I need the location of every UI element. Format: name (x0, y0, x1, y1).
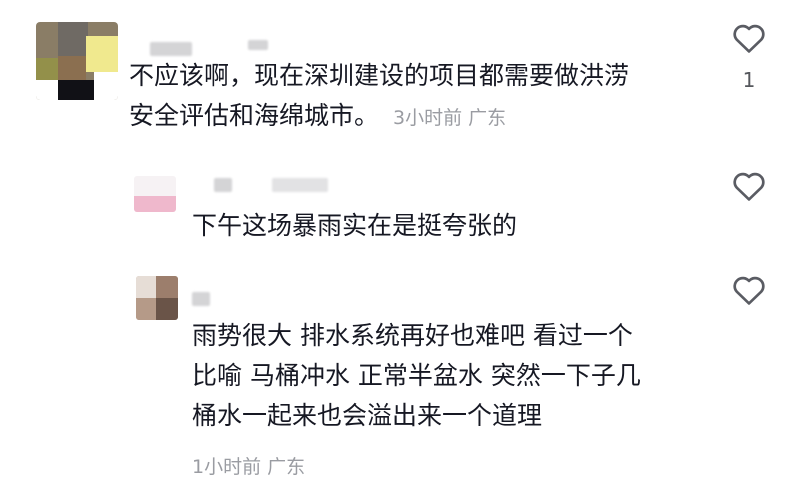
like-count: 1 (742, 68, 756, 92)
username-redacted[interactable] (272, 178, 328, 192)
comment-text: 下午这场暴雨实在是挺夸张的 (192, 206, 517, 246)
comment-line: 安全评估和海绵城市。 3小时前 广东 (129, 101, 507, 130)
username-redacted[interactable] (150, 42, 192, 56)
avatar[interactable] (136, 276, 178, 320)
username-redacted[interactable] (214, 178, 232, 192)
comment-time: 1小时前 (192, 456, 262, 478)
like-button[interactable] (732, 22, 766, 54)
like-button[interactable] (732, 170, 766, 202)
username-redacted[interactable] (192, 292, 210, 306)
comment-time: 3小时前 (393, 107, 463, 129)
comment-text: 雨势很大 排水系统再好也难吧 看过一个 比喻 马桶冲水 正常半盆水 突然一下子几… (192, 316, 641, 436)
avatar[interactable] (36, 22, 118, 100)
comment-text: 不应该啊，现在深圳建设的项目都需要做洪涝 安全评估和海绵城市。 3小时前 广东 (129, 56, 629, 138)
heart-outline-icon (733, 24, 765, 53)
comment-meta: 3小时前 广东 (393, 107, 506, 129)
comment-line: 不应该啊，现在深圳建设的项目都需要做洪涝 (129, 61, 630, 90)
comment-line: 桶水一起来也会溢出来一个道理 (192, 401, 543, 430)
like-button[interactable] (732, 274, 766, 306)
comment-line: 比喻 马桶冲水 正常半盆水 突然一下子几 (192, 361, 641, 390)
comment-meta: 1小时前 广东 (192, 452, 305, 479)
comment-location: 广东 (267, 456, 306, 478)
heart-outline-icon (733, 172, 765, 201)
comment-line: 下午这场暴雨实在是挺夸张的 (192, 211, 518, 240)
username-redacted[interactable] (248, 40, 268, 50)
heart-outline-icon (733, 276, 765, 305)
avatar[interactable] (134, 176, 176, 212)
comment-location: 广东 (468, 107, 507, 129)
comment-line: 雨势很大 排水系统再好也难吧 看过一个 (192, 321, 633, 350)
